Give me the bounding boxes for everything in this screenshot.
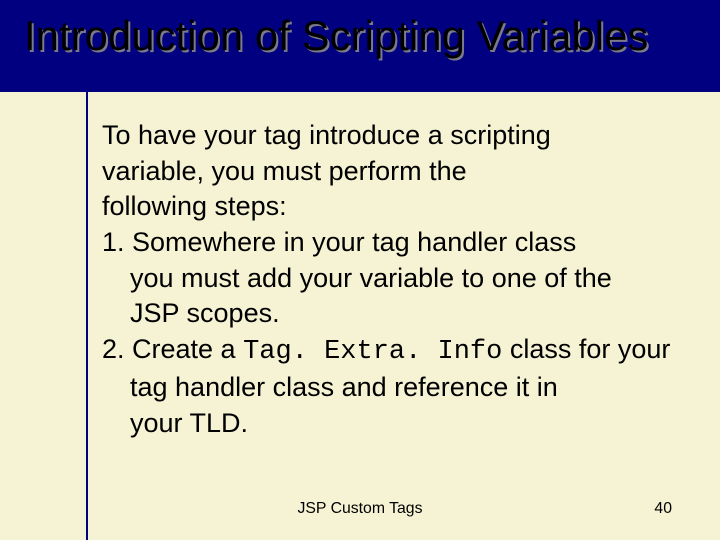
intro-line-2: variable, you must perform the xyxy=(102,154,692,190)
slide: Introduction of Scripting Variables Intr… xyxy=(0,0,720,540)
intro-line-1: To have your tag introduce a scripting xyxy=(102,118,692,154)
code-tag-extra-info: Tag. Extra. Info xyxy=(243,337,502,367)
body-content: To have your tag introduce a scripting v… xyxy=(102,118,692,442)
step-2-suffix: class for your xyxy=(502,334,670,364)
footer-label: JSP Custom Tags xyxy=(0,500,720,518)
step-1-line-3: JSP scopes. xyxy=(102,296,692,332)
step-2-line-2: tag handler class and reference it in xyxy=(102,370,692,406)
step-2-prefix: 2. Create a xyxy=(102,334,243,364)
step-2-line-1: 2. Create a Tag. Extra. Info class for y… xyxy=(102,332,692,371)
intro-line-3: following steps: xyxy=(102,189,692,225)
step-1-line-2: you must add your variable to one of the xyxy=(102,261,692,297)
slide-title: Introduction of Scripting Variables xyxy=(24,12,700,60)
vertical-divider xyxy=(86,92,88,540)
page-number: 40 xyxy=(654,500,672,518)
step-2-line-3: your TLD. xyxy=(102,406,692,442)
step-1-line-1: 1. Somewhere in your tag handler class xyxy=(102,225,692,261)
